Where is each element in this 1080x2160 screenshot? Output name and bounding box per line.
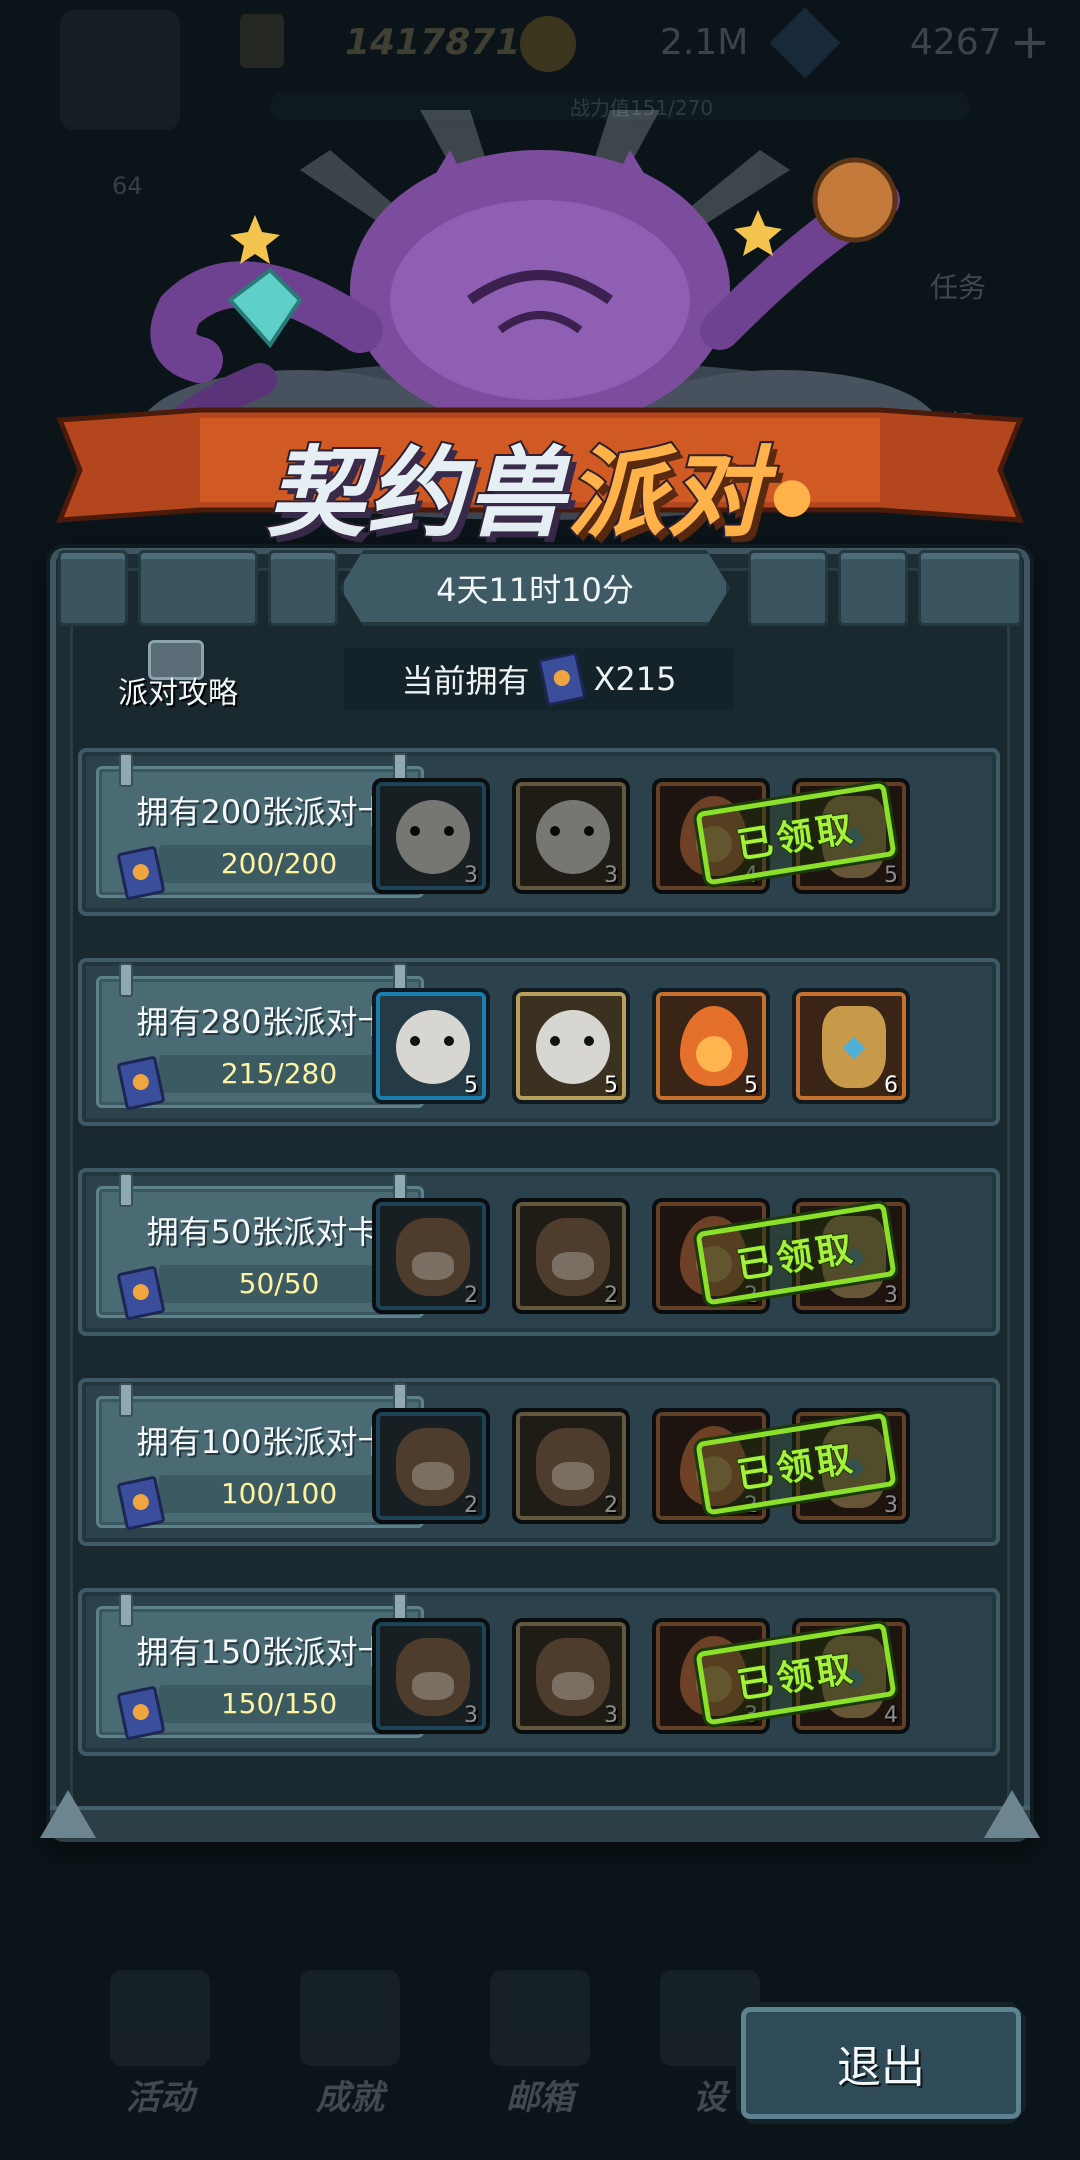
flame-icon <box>680 1006 748 1086</box>
party-guide-label: 派对攻略 <box>118 676 238 711</box>
reward-count: 3 <box>604 863 618 888</box>
reward-item[interactable]: 3 <box>372 778 490 894</box>
mail-icon <box>490 1970 590 2066</box>
reward-row: 拥有100张派对卡 100/100 2 2 2 3 已领取 <box>78 1378 1000 1546</box>
reward-row: 拥有150张派对卡 150/150 3 3 3 4 已领取 <box>78 1588 1000 1756</box>
reward-count: 2 <box>604 1493 618 1518</box>
dragon-icon <box>536 1010 610 1084</box>
corner-spike <box>40 1790 96 1838</box>
reward-item[interactable]: 5 <box>372 988 490 1104</box>
girl-icon <box>536 1638 610 1716</box>
nav-achievements-label: 成就 <box>316 2078 384 2118</box>
gem-value: 4267 <box>910 22 1002 63</box>
stone-block <box>918 550 1022 626</box>
nav-achievements: 成就 <box>280 1970 420 2119</box>
reward-row: 拥有280张派对卡 215/280 5 5 5 6 <box>78 958 1000 1126</box>
reward-count: 6 <box>884 1073 898 1098</box>
event-timer-text: 4天11时10分 <box>436 571 634 609</box>
row-progress: 100/100 <box>220 1477 338 1510</box>
claimed-stamp-label: 已领取 <box>733 807 860 868</box>
corner-spike <box>984 1790 1040 1838</box>
power-value: 1417871 <box>345 22 521 63</box>
row-progress: 200/200 <box>220 847 338 880</box>
reward-item[interactable]: 3 <box>512 1618 630 1734</box>
coin-icon <box>520 16 576 72</box>
row-progress: 215/280 <box>220 1057 338 1090</box>
claimed-stamp-label: 已领取 <box>733 1647 860 1708</box>
reward-item[interactable]: 2 <box>372 1198 490 1314</box>
girl-icon <box>396 1428 470 1506</box>
owned-cards-display: 当前拥有 X215 <box>344 648 734 710</box>
trophy-icon <box>240 14 284 68</box>
event-title-part2: 派对 <box>565 435 768 553</box>
plate-peg <box>119 1593 133 1627</box>
reward-count: 3 <box>464 1703 478 1728</box>
event-title-part1: 契约兽 <box>265 435 568 553</box>
reward-item[interactable]: 3 <box>372 1618 490 1734</box>
reward-item[interactable]: 5 <box>652 988 770 1104</box>
party-card-icon <box>536 651 587 707</box>
girl-icon <box>396 1218 470 1296</box>
stone-block <box>268 550 338 626</box>
paw-icon: ● <box>771 467 813 523</box>
plate-peg <box>119 963 133 997</box>
activity-icon <box>110 1970 210 2066</box>
reward-count: 2 <box>464 1283 478 1308</box>
stone-block <box>748 550 828 626</box>
reward-count: 4 <box>884 1703 898 1728</box>
plate-peg <box>119 1383 133 1417</box>
reward-count: 3 <box>884 1493 898 1518</box>
claimed-stamp-label: 已领取 <box>733 1227 860 1288</box>
dragon-icon <box>396 800 470 874</box>
stone-block <box>138 550 258 626</box>
plate-peg <box>119 1173 133 1207</box>
row-progress: 150/150 <box>220 1687 338 1720</box>
panel-bottom-edge <box>50 1806 1030 1842</box>
reward-count: 5 <box>744 1073 758 1098</box>
reward-count: 3 <box>464 863 478 888</box>
dragon-icon <box>536 800 610 874</box>
event-title: 契约兽 派对 ● <box>200 420 880 553</box>
nav-activity-label: 活动 <box>126 2078 194 2118</box>
reward-item[interactable]: 2 <box>372 1408 490 1524</box>
plate-peg <box>119 753 133 787</box>
gem-icon <box>769 7 841 79</box>
reward-count: 2 <box>604 1283 618 1308</box>
event-timer: 4天11时10分 <box>340 550 730 626</box>
stone-block <box>58 550 128 626</box>
vase-icon <box>822 1006 886 1088</box>
girl-icon <box>536 1218 610 1296</box>
coin-value: 2.1M <box>660 22 749 63</box>
reward-count: 2 <box>464 1493 478 1518</box>
nav-mail-label: 邮箱 <box>506 2078 574 2118</box>
reward-item[interactable]: 2 <box>512 1198 630 1314</box>
girl-icon <box>396 1638 470 1716</box>
claimed-stamp-label: 已领取 <box>733 1437 860 1498</box>
exit-label: 退出 <box>837 2042 925 2093</box>
reward-row: 拥有50张派对卡 50/50 2 2 2 3 已领取 <box>78 1168 1000 1336</box>
add-gems-button: + <box>1010 14 1051 70</box>
owned-label: 当前拥有 <box>401 662 530 700</box>
stone-block <box>838 550 908 626</box>
reward-item[interactable]: 2 <box>512 1408 630 1524</box>
reward-item[interactable]: 5 <box>512 988 630 1104</box>
reward-count: 3 <box>604 1703 618 1728</box>
owned-count: X215 <box>593 660 677 698</box>
nav-mail: 邮箱 <box>470 1970 610 2119</box>
nav-activity: 活动 <box>90 1970 230 2119</box>
row-progress: 50/50 <box>238 1267 320 1300</box>
reward-count: 5 <box>884 863 898 888</box>
girl-icon <box>536 1428 610 1506</box>
reward-item[interactable]: 6 <box>792 988 910 1104</box>
exit-button[interactable]: 退出 <box>736 2002 1026 2124</box>
party-guide-button[interactable]: 派对攻略 <box>108 636 248 716</box>
reward-row: 拥有200张派对卡 200/200 3 3 4 5 已领取 <box>78 748 1000 916</box>
reward-count: 3 <box>884 1283 898 1308</box>
reward-count: 5 <box>604 1073 618 1098</box>
reward-count: 5 <box>464 1073 478 1098</box>
reward-item[interactable]: 3 <box>512 778 630 894</box>
trophy-icon <box>300 1970 400 2066</box>
dragon-icon <box>396 1010 470 1084</box>
